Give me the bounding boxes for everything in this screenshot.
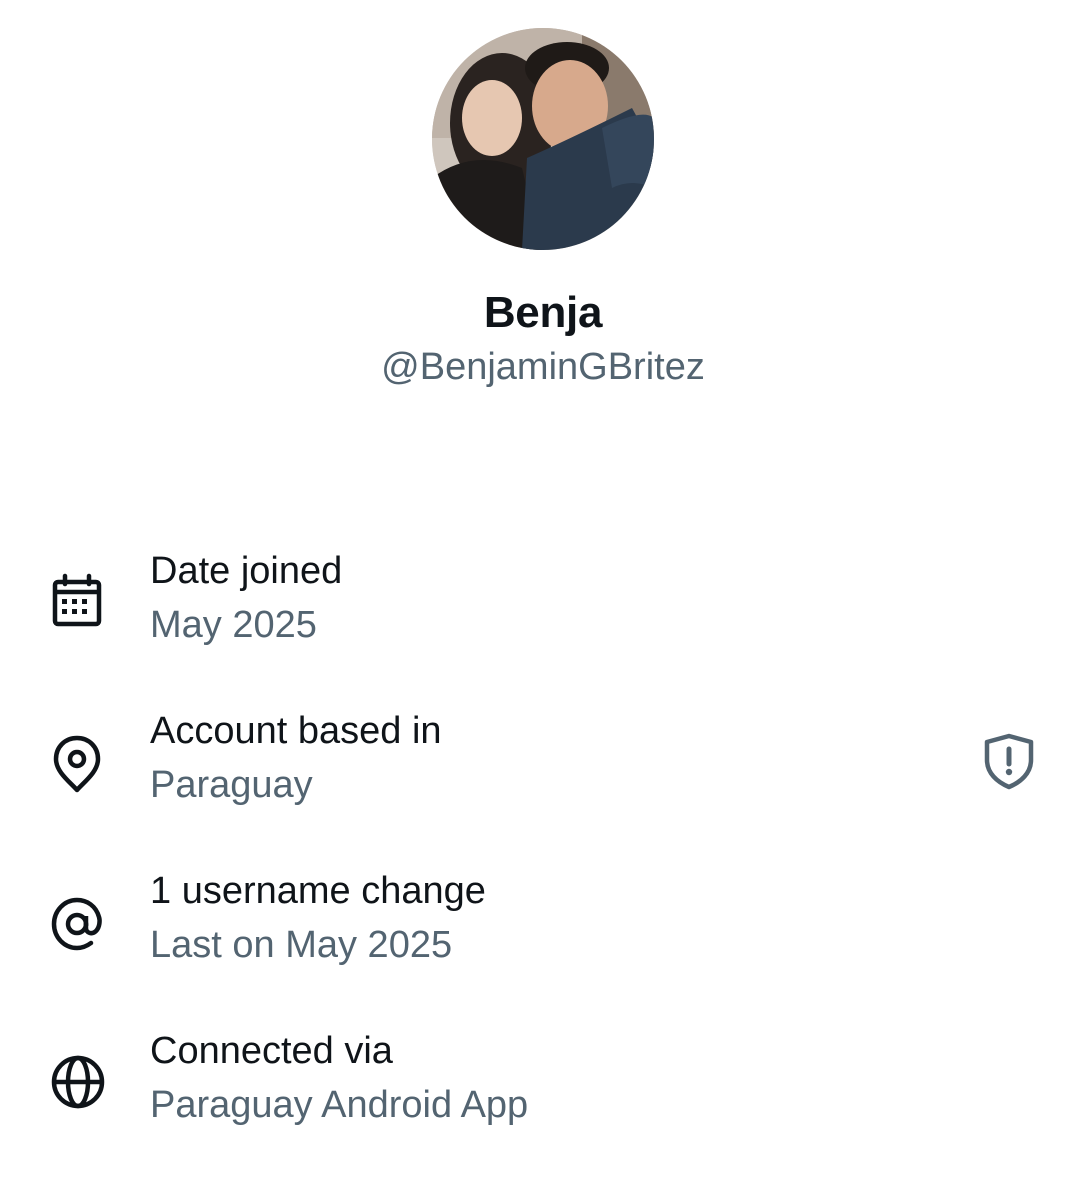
calendar-icon: [46, 570, 110, 634]
info-row-value: May 2025: [150, 604, 317, 646]
at-sign-icon: [46, 892, 110, 956]
info-row-title: Date joined: [150, 550, 343, 592]
info-row-connected-via: Connected via Paraguay Android App: [0, 1030, 1086, 1150]
shield-alert-icon[interactable]: [976, 728, 1042, 794]
profile-avatar[interactable]: [432, 28, 654, 250]
info-row-title: Connected via: [150, 1030, 393, 1072]
info-row-value: Paraguay: [150, 764, 313, 806]
info-row-value: Last on May 2025: [150, 924, 453, 966]
profile-handle: @BenjaminGBritez: [381, 346, 705, 388]
info-row-date-joined: Date joined May 2025: [0, 550, 1086, 670]
info-row-value: Paraguay Android App: [150, 1084, 529, 1126]
info-row-title: Account based in: [150, 710, 442, 752]
info-row-account-based-in: Account based in Paraguay: [0, 710, 1086, 830]
location-pin-icon: [46, 732, 110, 796]
globe-icon: [46, 1050, 110, 1114]
info-row-username-change: 1 username change Last on May 2025: [0, 870, 1086, 990]
profile-display-name: Benja: [483, 288, 603, 337]
info-row-title: 1 username change: [150, 870, 486, 912]
avatar-photo: [432, 28, 654, 250]
